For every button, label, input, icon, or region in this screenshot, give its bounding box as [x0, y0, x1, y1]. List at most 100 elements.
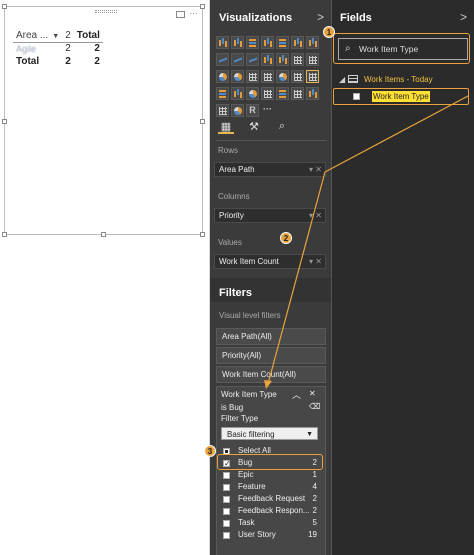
focus-mode-icon[interactable]: [176, 11, 185, 18]
checkbox[interactable]: [223, 484, 230, 491]
filter-summary: is Bug: [221, 403, 244, 412]
filters-title: Filters: [219, 287, 253, 299]
stacked-bar-chart-icon[interactable]: [216, 36, 229, 49]
treemap-icon[interactable]: [306, 53, 319, 66]
table-icon[interactable]: [291, 70, 304, 83]
waterfall-chart-icon[interactable]: [276, 53, 289, 66]
remove-filter-icon[interactable]: ✕: [309, 389, 316, 398]
resize-handle[interactable]: [2, 119, 7, 124]
100-bar-chart-icon[interactable]: [276, 36, 289, 49]
filter-card-priority[interactable]: Priority(All): [216, 347, 326, 364]
filter-type-label: Filter Type: [221, 414, 259, 423]
visual-type-gallery: R ···: [216, 36, 322, 118]
filter-card-work-item-count[interactable]: Work Item Count(All): [216, 366, 326, 383]
columns-well-field[interactable]: Priority ▾ ✕: [214, 208, 326, 223]
filter-option-feedback-request[interactable]: Feedback Request 2: [221, 493, 321, 505]
more-options-icon[interactable]: ···: [189, 10, 198, 19]
matrix-icon[interactable]: [306, 70, 319, 83]
stacked-column-chart-icon[interactable]: [231, 36, 244, 49]
field-dropdown-icon[interactable]: ▾ ✕: [309, 209, 322, 222]
analytics-magnifier-icon[interactable]: ⌕: [274, 120, 290, 134]
map-icon[interactable]: [246, 70, 259, 83]
resize-handle[interactable]: [200, 119, 205, 124]
option-label: Feedback Respon...: [238, 506, 310, 515]
values-well-field[interactable]: Work Item Count ▾ ✕: [214, 254, 326, 269]
checkbox[interactable]: [223, 472, 230, 479]
collapse-fields-chevron-icon[interactable]: >: [460, 10, 467, 24]
filter-option-task[interactable]: Task 5: [221, 517, 321, 529]
matrix-header-priority: 2: [65, 29, 71, 41]
filter-option-feature[interactable]: Feature 4: [221, 481, 321, 493]
checkbox[interactable]: [223, 508, 230, 515]
multi-row-card-icon[interactable]: [261, 87, 274, 100]
more-visuals-icon[interactable]: ···: [261, 104, 274, 117]
resize-handle[interactable]: [101, 232, 106, 237]
filter-option-epic[interactable]: Epic 1: [221, 469, 321, 481]
field-dropdown-icon[interactable]: ▾ ✕: [309, 163, 322, 176]
expand-caret-icon[interactable]: ◢: [339, 75, 345, 84]
kpi-icon[interactable]: [231, 87, 244, 100]
checkbox[interactable]: [223, 496, 230, 503]
donut-chart-icon[interactable]: [231, 70, 244, 83]
table-row: Agile 2 2: [13, 42, 103, 55]
clear-filter-eraser-icon[interactable]: ⌫: [309, 402, 320, 411]
callout-highlight-search: [333, 33, 470, 64]
filter-option-feedback-response[interactable]: Feedback Respon... 2: [221, 505, 321, 517]
checkbox[interactable]: [223, 520, 230, 527]
line-and-column-chart-icon[interactable]: [261, 53, 274, 66]
gauge-icon[interactable]: [276, 70, 289, 83]
rows-well-field[interactable]: Area Path ▾ ✕: [214, 162, 326, 177]
collapse-visualizations-chevron-icon[interactable]: >: [317, 10, 324, 24]
clustered-column-chart-icon[interactable]: [261, 36, 274, 49]
card-icon[interactable]: [246, 87, 259, 100]
filter-type-value: Basic filtering: [227, 430, 275, 439]
filter-option-user-story[interactable]: User Story 19: [221, 529, 321, 541]
table-visual-icon[interactable]: [216, 104, 229, 117]
globe-icon[interactable]: [291, 87, 304, 100]
fields-title: Fields: [340, 12, 372, 24]
field-name: Work Item Type: [372, 91, 430, 102]
line-chart-icon[interactable]: [216, 53, 229, 66]
field-item-work-item-type[interactable]: Work Item Type: [333, 88, 469, 105]
filter-card-area-path[interactable]: Area Path(All): [216, 328, 326, 345]
pie-chart-icon[interactable]: [216, 70, 229, 83]
collapse-chevron-icon[interactable]: ︿: [292, 388, 301, 401]
resize-handle[interactable]: [200, 232, 205, 237]
funnel-icon[interactable]: [216, 87, 229, 100]
r-script-visual-icon[interactable]: R: [246, 104, 259, 117]
fields-tab-icon[interactable]: ▦: [218, 120, 234, 134]
field-table-name[interactable]: Work Items - Today: [364, 75, 433, 84]
matrix-cell: 2: [65, 56, 71, 67]
clustered-bar-chart-icon[interactable]: [246, 36, 259, 49]
resize-handle[interactable]: [200, 4, 205, 9]
filter-card-title[interactable]: Work Item Type: [221, 390, 277, 399]
sort-arrow-icon[interactable]: ▼: [52, 33, 59, 40]
custom-visual-icon[interactable]: [306, 87, 319, 100]
100-column-chart-icon[interactable]: [291, 36, 304, 49]
format-paint-roller-icon[interactable]: ⚒: [246, 120, 262, 134]
matrix-header-total: Total: [76, 29, 100, 41]
resize-handle[interactable]: [2, 232, 7, 237]
rows-well-value: Area Path: [219, 165, 255, 174]
filled-map-icon[interactable]: [261, 70, 274, 83]
visual-drag-grip[interactable]: [95, 10, 117, 13]
stacked-area-chart-icon[interactable]: [246, 53, 259, 66]
slicer-icon[interactable]: [276, 87, 289, 100]
checkbox[interactable]: [353, 93, 360, 100]
filter-type-dropdown[interactable]: Basic filtering ▼: [221, 427, 318, 440]
field-dropdown-icon[interactable]: ▾ ✕: [309, 255, 322, 268]
matrix-cell-total: 2: [94, 43, 100, 55]
visual-header-icons: ···: [176, 10, 198, 19]
refresh-visual-icon[interactable]: [231, 104, 244, 117]
checkbox[interactable]: [223, 532, 230, 539]
matrix-visual[interactable]: ··· Area ... ▼ 2 Total Agile 2 2 Total 2 …: [2, 4, 205, 237]
matrix-row-label: Agile: [16, 43, 37, 54]
matrix-header-area[interactable]: Area ... ▼: [13, 29, 62, 42]
columns-well-label: Columns: [218, 192, 250, 201]
scatter-chart-icon[interactable]: [291, 53, 304, 66]
option-count: 2: [312, 494, 317, 503]
ribbon-chart-icon[interactable]: [306, 36, 319, 49]
area-chart-icon[interactable]: [231, 53, 244, 66]
columns-well-value: Priority: [219, 211, 244, 220]
resize-handle[interactable]: [2, 4, 7, 9]
